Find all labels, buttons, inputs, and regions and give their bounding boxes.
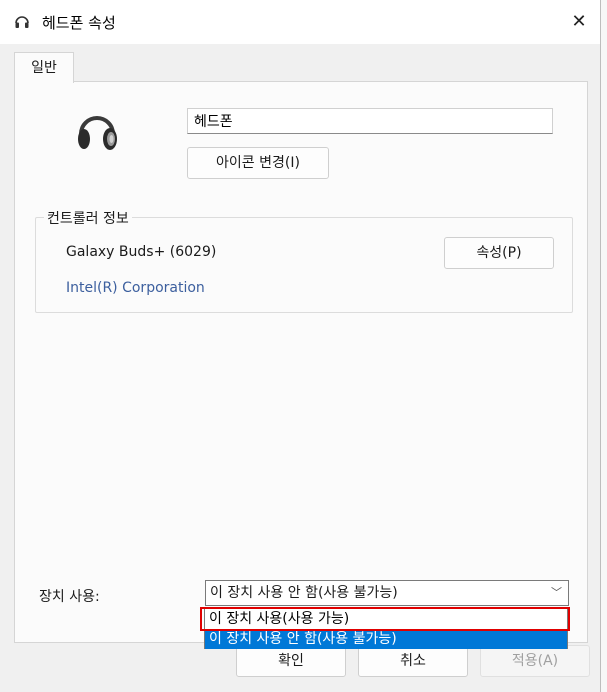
device-usage-dropdown-list: 이 장치 사용(사용 가능) 이 장치 사용 안 함(사용 불가능) — [204, 607, 568, 649]
properties-dialog: 헤드폰 속성 ✕ 일반 아이콘 변경(I) 컨트롤러 정보 Galaxy Bud… — [0, 0, 601, 692]
headphones-icon — [15, 16, 29, 28]
ok-button[interactable]: 확인 — [236, 645, 346, 677]
general-panel: 아이콘 변경(I) 컨트롤러 정보 Galaxy Buds+ (6029) In… — [14, 81, 588, 643]
controller-info-group: 컨트롤러 정보 Galaxy Buds+ (6029) Intel(R) Cor… — [35, 208, 573, 313]
close-button[interactable]: ✕ — [564, 8, 594, 36]
cancel-button[interactable]: 취소 — [358, 645, 468, 677]
device-usage-label: 장치 사용: — [39, 589, 100, 605]
controller-vendor: Intel(R) Corporation — [66, 280, 205, 296]
window-title: 헤드폰 속성 — [42, 14, 116, 32]
title-bar: 헤드폰 속성 ✕ — [0, 0, 600, 44]
controller-properties-button[interactable]: 속성(P) — [444, 237, 554, 269]
usage-option-disable[interactable]: 이 장치 사용 안 함(사용 불가능) — [205, 629, 567, 649]
headphones-icon — [78, 116, 117, 150]
device-usage-selected: 이 장치 사용 안 함(사용 불가능) — [210, 585, 398, 601]
apply-button[interactable]: 적용(A) — [480, 645, 590, 677]
device-usage-select[interactable]: 이 장치 사용 안 함(사용 불가능) ﹀ — [205, 580, 569, 606]
usage-option-enable[interactable]: 이 장치 사용(사용 가능) — [205, 609, 567, 629]
controller-info-label: 컨트롤러 정보 — [44, 208, 132, 228]
tab-general[interactable]: 일반 — [14, 52, 74, 83]
chevron-down-icon: ﹀ — [551, 586, 562, 599]
device-name-input[interactable] — [187, 108, 553, 134]
controller-name: Galaxy Buds+ (6029) — [66, 244, 217, 260]
change-icon-button[interactable]: 아이콘 변경(I) — [187, 147, 329, 179]
